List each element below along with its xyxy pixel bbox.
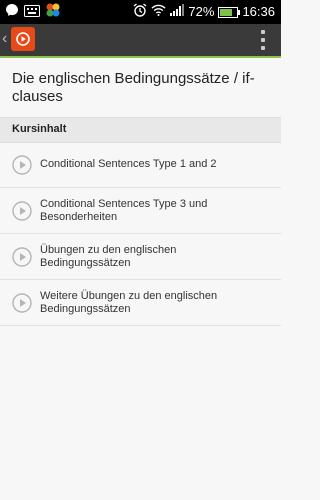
section-header: Kursinhalt	[0, 117, 281, 143]
list-item-label: Weitere Übungen zu den englischen Beding…	[40, 289, 218, 315]
alarm-icon	[133, 3, 147, 20]
play-icon	[12, 246, 32, 267]
section-header-label: Kursinhalt	[12, 123, 67, 135]
keyboard-icon	[24, 4, 40, 22]
battery-percent: 72%	[188, 4, 215, 19]
overflow-menu-icon[interactable]	[259, 30, 267, 50]
battery-icon	[218, 6, 241, 18]
messenger-icon	[5, 3, 19, 22]
play-icon	[12, 200, 32, 221]
clock: 16:36	[242, 4, 275, 19]
list-item-label: Conditional Sentences Type 3 und Besonde…	[40, 197, 208, 223]
list-item[interactable]: Conditional Sentences Type 1 and 2	[0, 142, 281, 188]
list-item[interactable]: Weitere Übungen zu den englischen Beding…	[0, 280, 281, 326]
wifi-icon	[151, 4, 166, 19]
signal-icon	[170, 4, 185, 19]
app-bar: ‹	[0, 24, 281, 58]
back-chevron-icon[interactable]: ‹	[2, 30, 7, 48]
list-item[interactable]: Conditional Sentences Type 3 und Besonde…	[0, 188, 281, 234]
play-icon	[12, 292, 32, 313]
page-title: Die englischen Bedingungssätze / if-clau…	[12, 70, 255, 105]
list-item-label: Übungen zu den englischen Bedingungssätz…	[40, 243, 177, 269]
list-item-label: Conditional Sentences Type 1 and 2	[40, 158, 217, 170]
list-item[interactable]: Übungen zu den englischen Bedingungssätz…	[0, 234, 281, 280]
play-icon	[12, 154, 32, 175]
app-logo-icon[interactable]	[11, 27, 35, 51]
app-notification-icon	[45, 3, 61, 22]
lesson-list: Conditional Sentences Type 1 and 2 Condi…	[0, 142, 281, 326]
status-bar: 72% 16:36	[0, 0, 281, 24]
